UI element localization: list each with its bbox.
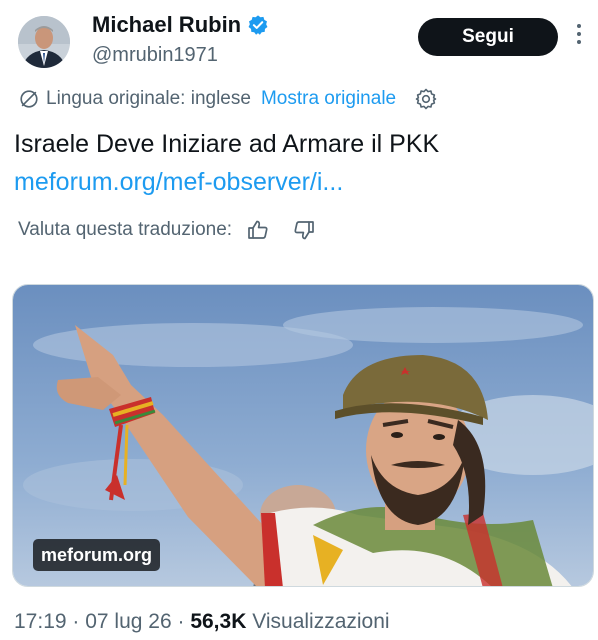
verified-badge-icon [248,15,268,35]
name-row: Michael Rubin [92,12,269,38]
avatar-image [18,16,70,68]
gear-icon[interactable] [414,87,438,111]
tweet-link[interactable]: meforum.org/mef-observer/i... [14,166,343,198]
original-language-note: Lingua originale: inglese [46,88,251,109]
view-label: Visualizzazioni [252,610,390,633]
rate-translation-prompt: Valuta questa traduzione: [18,219,233,240]
rate-translation-row: Valuta questa traduzione: [18,216,316,244]
handle[interactable]: @mrubin1971 [92,44,218,67]
tweet-date[interactable]: 07 lug 26 [85,610,171,633]
display-name[interactable]: Michael Rubin [92,12,241,38]
tweet-media[interactable]: meforum.org [12,284,594,587]
globe-slash-icon [20,90,38,108]
translation-bar: Lingua originale: inglese Mostra origina… [18,86,438,112]
more-vertical-icon[interactable] [574,24,584,50]
view-count: 56,3K [190,610,247,633]
tweet-text: Israele Deve Iniziare ad Armare il PKK [14,130,440,158]
tweet-header: Michael Rubin @mrubin1971 Segui [0,0,598,80]
avatar[interactable] [18,16,70,68]
meta-separator: · [171,610,191,633]
tweet-meta: 17:19 · 07 lug 26 · 56,3K Visualizzazion… [14,610,390,634]
meta-separator: · [66,610,86,633]
thumbs-down-icon[interactable] [292,218,316,242]
show-original-link[interactable]: Mostra originale [261,88,396,110]
media-source-badge: meforum.org [33,539,161,571]
thumbs-up-icon[interactable] [246,218,270,242]
tweet-time[interactable]: 17:19 [14,610,67,633]
follow-button[interactable]: Segui [418,18,558,56]
